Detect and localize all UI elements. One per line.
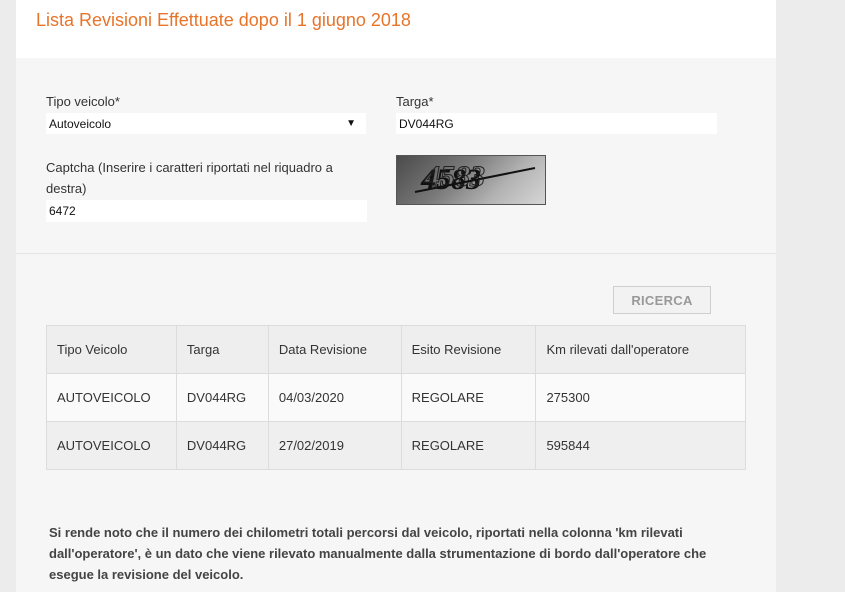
vehicle-type-value: Autoveicolo	[49, 116, 112, 131]
km-disclaimer-note: Si rende noto che il numero dei chilomet…	[49, 525, 707, 582]
section-divider	[16, 253, 776, 254]
table-cell: REGOLARE	[400, 421, 537, 470]
main-panel: Lista Revisioni Effettuate dopo il 1 giu…	[16, 0, 776, 592]
table-cell: AUTOVEICOLO	[46, 421, 177, 470]
table-cell: 04/03/2020	[267, 373, 402, 422]
table-row: AUTOVEICOLO DV044RG 04/03/2020 REGOLARE …	[46, 373, 746, 422]
results-table: Tipo Veicolo Targa Data Revisione Esito …	[46, 325, 746, 470]
table-cell: 27/02/2019	[267, 421, 402, 470]
captcha-graphic: 4583 4583	[414, 160, 536, 196]
plate-label: Targa*	[396, 94, 434, 109]
table-cell: REGOLARE	[400, 373, 537, 422]
captcha-input[interactable]	[46, 200, 367, 222]
column-header: Targa	[175, 325, 269, 374]
column-header: Tipo Veicolo	[46, 325, 177, 374]
page-title: Lista Revisioni Effettuate dopo il 1 giu…	[36, 10, 411, 30]
page-header: Lista Revisioni Effettuate dopo il 1 giu…	[16, 0, 776, 58]
table-row: AUTOVEICOLO DV044RG 27/02/2019 REGOLARE …	[46, 421, 746, 470]
table-cell: DV044RG	[175, 421, 269, 470]
column-header: Data Revisione	[267, 325, 402, 374]
search-button[interactable]: RICERCA	[613, 286, 711, 314]
column-header: Km rilevati dall'operatore	[535, 325, 746, 374]
plate-input[interactable]	[396, 113, 717, 134]
table-cell: 275300	[535, 373, 746, 422]
column-header: Esito Revisione	[400, 325, 537, 374]
captcha-label: Captcha (Inserire i caratteri riportati …	[46, 160, 333, 196]
vehicle-type-label: Tipo veicolo*	[46, 94, 120, 109]
table-cell: 595844	[535, 421, 746, 470]
chevron-down-icon: ▼	[346, 118, 356, 129]
table-header-row: Tipo Veicolo Targa Data Revisione Esito …	[46, 325, 746, 374]
vehicle-type-select[interactable]: Autoveicolo ▼	[46, 113, 366, 134]
table-cell: DV044RG	[175, 373, 269, 422]
table-cell: AUTOVEICOLO	[46, 373, 177, 422]
captcha-image: 4583 4583	[396, 155, 546, 205]
